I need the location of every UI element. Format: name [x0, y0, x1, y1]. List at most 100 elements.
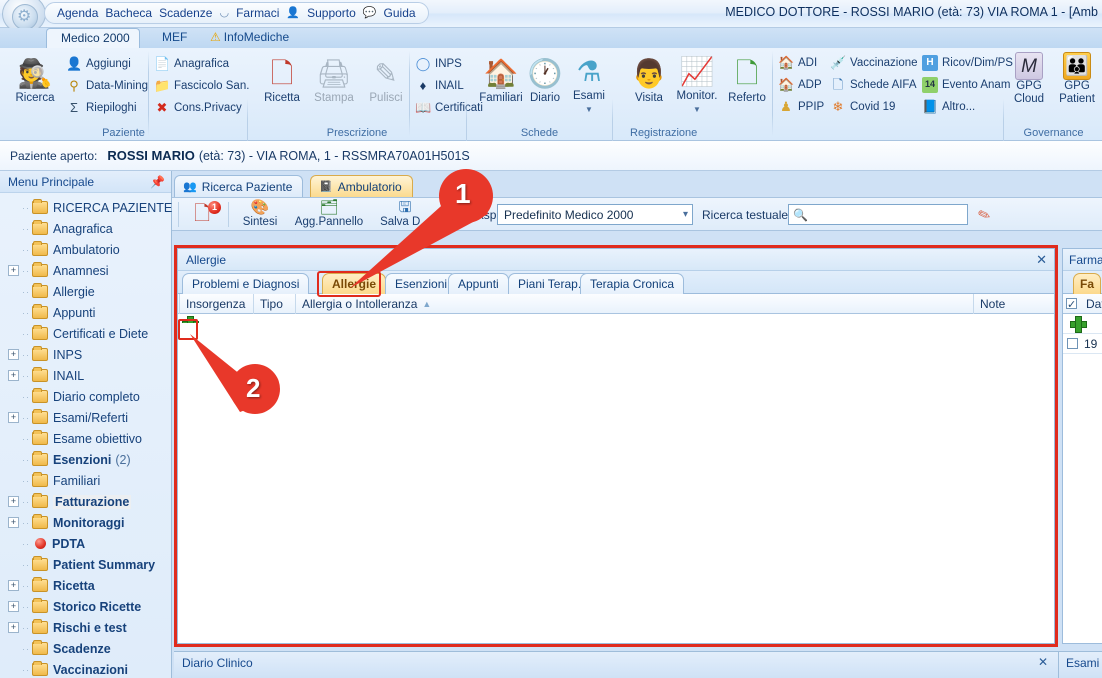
consenso-privacy-button[interactable]: ✖ Cons.Privacy	[154, 98, 242, 118]
adi-button[interactable]: 🏠 ADI	[778, 53, 817, 73]
sidebar-item-monitoraggi[interactable]: + ·· Monitoraggi	[0, 512, 171, 533]
qat-item-scadenze[interactable]: Scadenze	[159, 6, 212, 20]
agg-pannello-button[interactable]: 🗂 Agg.Pannello	[290, 199, 368, 229]
eraser-icon[interactable]: ✎	[975, 204, 994, 225]
expand-icon[interactable]: +	[8, 412, 19, 423]
close-icon[interactable]: ✕	[1036, 252, 1047, 268]
summary-doc-button[interactable]: 🗋 1	[180, 201, 224, 227]
tab-esenzioni[interactable]: Esenzioni	[385, 273, 458, 294]
close-icon[interactable]: ✕	[1038, 655, 1048, 669]
sidebar-item-ricerca-paziente[interactable]: ·· RICERCA PAZIENTE	[0, 197, 172, 218]
qat-item-agenda[interactable]: Agenda	[57, 6, 98, 20]
ricerca-button[interactable]: 🕵 Ricerca	[6, 56, 64, 105]
sidebar-item-esenzioni[interactable]: ·· Esenzioni (2)	[0, 449, 171, 470]
inps-button[interactable]: ◯ INPS	[415, 54, 462, 74]
sidebar-item-inps[interactable]: + ·· INPS	[0, 344, 171, 365]
expand-icon[interactable]: +	[8, 517, 19, 528]
aggiungi-button[interactable]: 👤 Aggiungi	[66, 54, 131, 74]
document-tab-ricerca-paziente[interactable]: 👥 Ricerca Paziente	[174, 175, 304, 198]
sidebar-item-allergie[interactable]: ·· Allergie	[0, 281, 171, 302]
sidebar-item-esame-obiettivo[interactable]: ·· Esame obiettivo	[0, 428, 171, 449]
data-mining-button[interactable]: ⚲ Data-Mining	[66, 76, 148, 96]
select-all-checkbox[interactable]	[1063, 294, 1080, 315]
anagrafica-button[interactable]: 📄 Anagrafica	[154, 54, 229, 74]
pin-icon[interactable]: 📌	[150, 175, 165, 189]
tab-piani-terap[interactable]: Piani Terap.	[508, 273, 592, 294]
altro-button[interactable]: 📘 Altro...	[922, 97, 975, 117]
expand-icon[interactable]: +	[8, 580, 19, 591]
tab-farmaci[interactable]: Fa	[1073, 273, 1102, 294]
expand-icon[interactable]: +	[8, 265, 19, 276]
sidebar-item-scadenze[interactable]: ·· Scadenze	[0, 638, 171, 659]
esami-button[interactable]: ⚗ Esami ▼	[560, 54, 618, 116]
grid-col-note[interactable]: Note	[974, 294, 1054, 314]
farmaci-col-data[interactable]: Dat	[1080, 294, 1102, 314]
inail-button[interactable]: ♦ INAIL	[415, 76, 464, 96]
salva-dati-button[interactable]: 🖫 Salva D...	[370, 199, 440, 229]
pulisci-button[interactable]: ✎ Pulisci	[357, 56, 415, 105]
workspace-select[interactable]: Predefinito Medico 2000 ▾	[497, 204, 693, 225]
plus-icon[interactable]	[1070, 316, 1087, 333]
tab-allergie[interactable]: Allergie	[322, 273, 387, 294]
adp-button[interactable]: 🏠 ADP	[778, 75, 822, 95]
ribbon-tab-medico2000[interactable]: Medico 2000	[46, 28, 140, 48]
stampa-button[interactable]: 🖨 Stampa	[305, 56, 363, 105]
farmaci-row[interactable]: 19	[1063, 334, 1102, 354]
vaccinazione-button[interactable]: 💉 Vaccinazione	[830, 53, 918, 73]
sidebar-item-rischi-e-test[interactable]: + ·· Rischi e test	[0, 617, 171, 638]
toolbar-divider	[228, 202, 229, 227]
referto-button[interactable]: 🗋 Referto	[718, 56, 776, 105]
tab-appunti[interactable]: Appunti	[448, 273, 509, 294]
sidebar-item-storico-ricette[interactable]: + ·· Storico Ricette	[0, 596, 171, 617]
sidebar-item-inail[interactable]: + ·· INAIL	[0, 365, 171, 386]
farmaci-row-date: 19	[1084, 336, 1098, 351]
expand-icon[interactable]: +	[8, 496, 19, 507]
ricetta-button[interactable]: 🗋 Ricetta	[253, 56, 311, 105]
document-tab-ambulatorio[interactable]: 📓 Ambulatorio	[310, 175, 413, 198]
ribbon-tab-mef[interactable]: MEF	[148, 28, 201, 48]
grid-col-tipo[interactable]: Tipo	[254, 293, 296, 314]
grid-col-insorgenza[interactable]: Insorgenza	[180, 293, 254, 314]
schede-aifa-button[interactable]: 🗋 Schede AIFA	[830, 75, 917, 95]
sidebar-item-appunti[interactable]: ·· Appunti	[0, 302, 171, 323]
sidebar-item-fatturazione[interactable]: + ·· Fatturazione	[0, 491, 171, 512]
sidebar-item-vaccinazioni[interactable]: ·· Vaccinazioni	[0, 659, 171, 678]
ribbon-tab-infomediche[interactable]: ⚠ InfoMediche	[196, 28, 303, 48]
qat-item-guida[interactable]: Guida	[384, 6, 416, 20]
tab-terapia-cronica[interactable]: Terapia Cronica	[580, 273, 685, 294]
grid-col-allergia-o-intolleranza[interactable]: Allergia o Intolleranza ▲	[296, 293, 974, 314]
chevron-down-icon[interactable]: ▾	[683, 209, 688, 220]
sidebar-item-ambulatorio[interactable]: ·· Ambulatorio	[0, 239, 171, 260]
sidebar-item-esami-referti[interactable]: + ·· Esami/Referti	[0, 407, 171, 428]
row-checkbox[interactable]	[1067, 338, 1078, 349]
sidebar-item-ricetta[interactable]: + ·· Ricetta	[0, 575, 171, 596]
sidebar-item-certificati-e-diete[interactable]: ·· Certificati e Diete	[0, 323, 171, 344]
expand-icon[interactable]: +	[8, 370, 19, 381]
sidebar-item-familiari[interactable]: ·· Familiari	[0, 470, 171, 491]
riepiloghi-button[interactable]: Σ Riepiloghi	[66, 98, 137, 118]
tab-problemi-e-diagnosi[interactable]: Problemi e Diagnosi	[182, 273, 310, 294]
qat-item-bacheca[interactable]: Bacheca	[105, 6, 152, 20]
chevron-down-icon[interactable]: ▼	[560, 103, 618, 116]
gpg-cloud-button[interactable]: M GPG Cloud	[1005, 52, 1053, 106]
sidebar-item-diario-completo[interactable]: ·· Diario completo	[0, 386, 171, 407]
fascicolo-sanitario-button[interactable]: 📁 Fascicolo San.	[154, 76, 249, 96]
sidebar-item-anamnesi[interactable]: + ·· Anamnesi	[0, 260, 171, 281]
qat-item-farmaci[interactable]: Farmaci	[236, 6, 279, 20]
sidebar-item-anagrafica[interactable]: ·· Anagrafica	[0, 218, 171, 239]
expand-icon[interactable]: +	[8, 622, 19, 633]
sidebar-item-pdta[interactable]: ·· PDTA	[0, 533, 171, 554]
sidebar-item-patient-summary[interactable]: ·· Patient Summary	[0, 554, 171, 575]
gpg-patient-button[interactable]: 👪 GPG Patient	[1053, 52, 1101, 106]
search-input[interactable]: 🔍	[788, 204, 968, 225]
expand-icon[interactable]: +	[8, 601, 19, 612]
ppip-button[interactable]: ♟ PPIP	[778, 97, 824, 117]
sintesi-button[interactable]: 🎨 Sintesi	[230, 199, 290, 229]
farmaci-new-row[interactable]	[1063, 314, 1102, 334]
covid19-button[interactable]: ❄ Covid 19	[830, 97, 896, 117]
evento-anamnestico-button[interactable]: 14 Evento Anam	[922, 75, 1010, 95]
group-caption: Prescrizione	[326, 127, 388, 139]
ricovero-dimissione-ps-button[interactable]: H Ricov/Dim/PS	[922, 53, 1013, 73]
qat-item-supporto[interactable]: Supporto	[307, 6, 356, 20]
expand-icon[interactable]: +	[8, 349, 19, 360]
